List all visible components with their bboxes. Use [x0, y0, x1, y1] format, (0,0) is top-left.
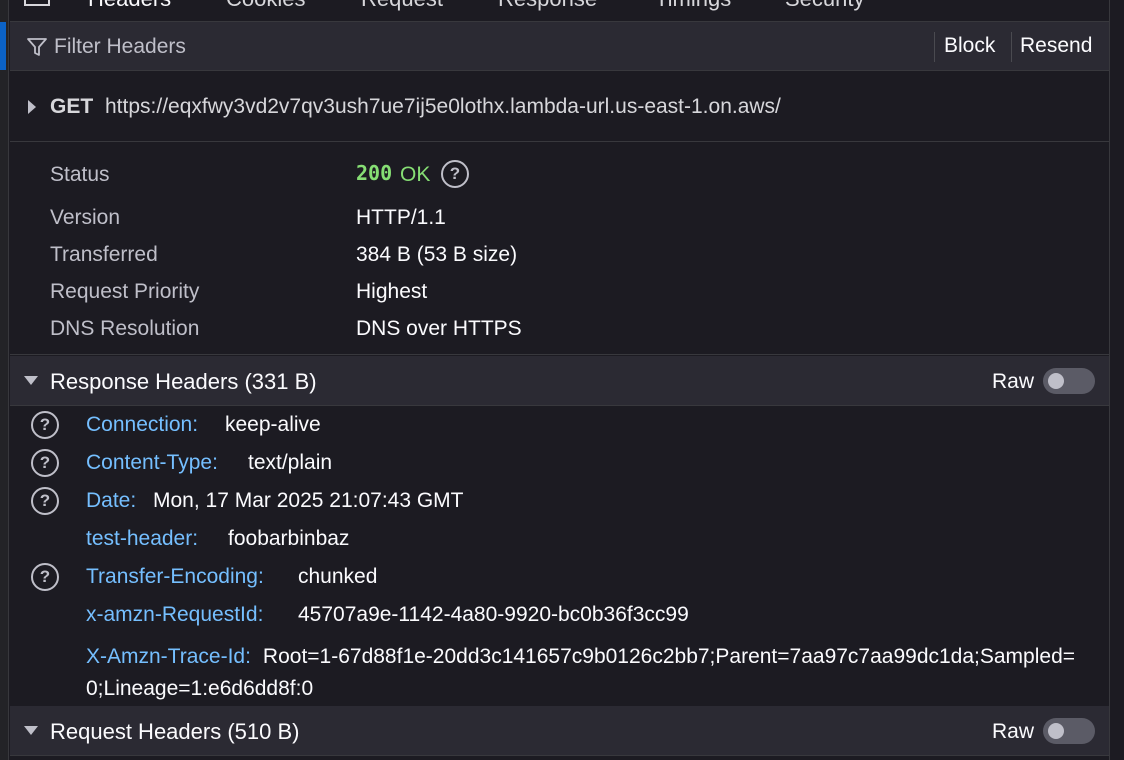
toolbar-divider [934, 32, 935, 62]
header-value: 45707a9e-1142-4a80-9920-bc0b36f3cc99 [298, 603, 689, 626]
header-row[interactable]: ? Date: Mon, 17 Mar 2025 21:07:43 GMT [10, 482, 1109, 520]
dns-label: DNS Resolution [50, 317, 200, 340]
transferred-value: 384 B (53 B size) [356, 243, 518, 266]
request-summary-line[interactable]: GET https://eqxfwy3vd2v7qv3ush7ue7ij5e0l… [10, 71, 1109, 142]
header-row[interactable]: ? Transfer-Encoding: chunked [10, 558, 1109, 596]
header-row[interactable]: ? Connection: keep-alive [10, 406, 1109, 444]
header-wrapped-entry: X-Amzn-Trace-Id: Root=1-67d88f1e-20dd3c14… [86, 641, 1076, 705]
version-value: HTTP/1.1 [356, 206, 446, 229]
resend-button[interactable]: Resend [1020, 34, 1092, 58]
sidebar-toggle-icon[interactable] [24, 0, 50, 6]
block-button[interactable]: Block [944, 34, 995, 58]
response-headers-title: Response Headers (331 B) [50, 369, 317, 394]
header-value: foobarbinbaz [228, 527, 350, 550]
right-edge [1109, 0, 1124, 760]
tab-request[interactable]: Request [361, 0, 443, 12]
status-label: Status [50, 163, 110, 186]
tab-security[interactable]: Security [785, 0, 864, 12]
request-url[interactable]: https://eqxfwy3vd2v7qv3ush7ue7ij5e0lothx… [105, 95, 781, 119]
tab-cookies[interactable]: Cookies [226, 0, 305, 12]
tab-headers[interactable]: Headers [88, 0, 171, 12]
selected-row-accent [0, 22, 6, 70]
version-label: Version [50, 206, 121, 229]
header-row[interactable]: x-amzn-RequestId: 45707a9e-1142-4a80-992… [10, 596, 1109, 634]
header-name: Date: [86, 489, 137, 512]
header-value: text/plain [248, 451, 333, 474]
transferred-label: Transferred [50, 243, 158, 266]
header-row[interactable]: test-header: foobarbinbaz [10, 520, 1109, 558]
raw-toggle[interactable] [1043, 718, 1095, 744]
header-value: Mon, 17 Mar 2025 21:07:43 GMT [153, 489, 464, 512]
priority-value: Highest [356, 280, 428, 303]
header-row[interactable]: ? Content-Type: text/plain [10, 444, 1109, 482]
triangle-down-icon[interactable] [24, 726, 38, 735]
help-circle-icon[interactable]: ? [31, 487, 59, 515]
filter-icon [27, 38, 47, 56]
filter-headers-input[interactable] [54, 34, 654, 60]
details-tab-bar: Headers Cookies Request Response Timings… [10, 0, 1109, 22]
help-circle-icon[interactable]: ? [31, 411, 59, 439]
request-headers-title: Request Headers (510 B) [50, 719, 300, 744]
raw-toggle-label: Raw [992, 370, 1035, 393]
dns-value: DNS over HTTPS [356, 317, 522, 340]
header-name: Content-Type: [86, 451, 218, 474]
triangle-right-icon[interactable] [28, 100, 36, 114]
toggle-knob [1048, 723, 1064, 739]
help-circle-icon[interactable]: ? [31, 449, 59, 477]
tab-response[interactable]: Response [498, 0, 597, 12]
request-method: GET [50, 95, 94, 118]
tab-timings[interactable]: Timings [655, 0, 731, 12]
priority-label: Request Priority [50, 280, 200, 303]
header-name: X-Amzn-Trace-Id: [86, 645, 251, 668]
header-row[interactable]: X-Amzn-Trace-Id: Root=1-67d88f1e-20dd3c14… [10, 634, 1109, 704]
response-headers-header[interactable]: Response Headers (331 B) Raw [10, 356, 1109, 406]
help-circle-icon[interactable]: ? [441, 160, 469, 188]
status-text: OK [400, 163, 431, 186]
status-code: 200 [356, 161, 393, 185]
raw-toggle[interactable] [1043, 368, 1095, 394]
response-headers-list: ? Connection: keep-alive ? Content-Type:… [10, 406, 1109, 706]
headers-panel: Headers Cookies Request Response Timings… [10, 0, 1109, 760]
filter-toolbar: Block Resend [10, 22, 1109, 71]
request-headers-header[interactable]: Request Headers (510 B) Raw [10, 706, 1109, 756]
header-name: Transfer-Encoding: [86, 565, 264, 588]
header-name: test-header: [86, 527, 199, 550]
header-value: chunked [298, 565, 378, 588]
header-name: Connection: [86, 413, 199, 436]
toggle-knob [1048, 373, 1064, 389]
left-gutter [0, 0, 9, 760]
raw-toggle-label: Raw [992, 720, 1035, 743]
response-summary: Status 200 OK ? Version HTTP/1.1 Transfe… [10, 142, 1109, 355]
header-name: x-amzn-RequestId: [86, 603, 264, 626]
header-value: keep-alive [225, 413, 321, 436]
toolbar-divider [1011, 32, 1012, 62]
triangle-down-icon[interactable] [24, 376, 38, 385]
help-circle-icon[interactable]: ? [31, 563, 59, 591]
